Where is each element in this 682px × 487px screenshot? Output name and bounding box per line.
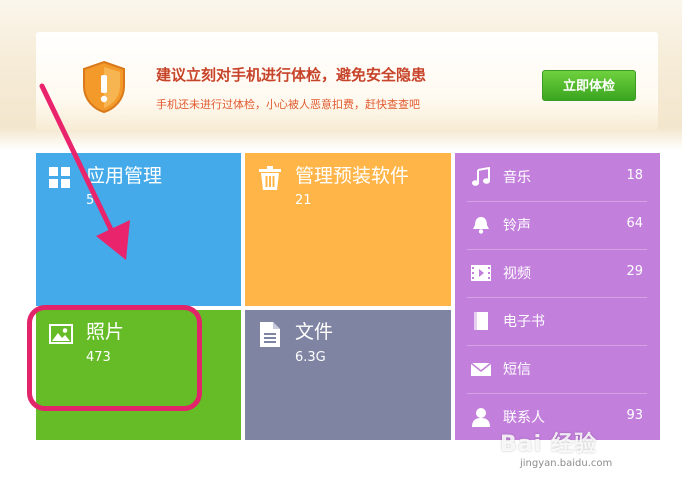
media-item-label: 音乐: [503, 170, 531, 186]
tile-title: 管理预装软件: [295, 165, 410, 187]
shield-warning-icon: [83, 60, 125, 114]
tile-files[interactable]: 文件 6.3G: [245, 310, 451, 440]
video-icon: [471, 265, 491, 281]
media-item-label: 电子书: [503, 314, 545, 330]
message-icon: [471, 362, 491, 376]
tile-title: 文件: [295, 321, 334, 343]
tile-count: 21: [295, 193, 312, 208]
media-item-video[interactable]: 视频 29: [467, 249, 647, 298]
media-item-count: 64: [626, 216, 643, 231]
trash-icon: [259, 166, 281, 190]
baidu-jingyan-watermark: Bai 经验 jingyan.baidu.com: [500, 412, 680, 482]
banner-subtitle: 手机还未进行过体检，小心被人恶意扣费，赶快查查吧: [156, 98, 420, 111]
tile-photos[interactable]: 照片 473: [36, 310, 241, 440]
media-item-music[interactable]: 音乐 18: [467, 153, 647, 202]
tile-count: 5: [86, 193, 95, 208]
media-item-sms[interactable]: 短信: [467, 345, 647, 394]
check-now-button[interactable]: 立即体检: [542, 70, 636, 101]
media-item-ringtone[interactable]: 铃声 64: [467, 201, 647, 250]
tile-count: 6.3G: [295, 350, 326, 365]
banner-title: 建议立刻对手机进行体检，避免安全隐患: [156, 66, 427, 84]
tile-media-list: 音乐 18 铃声 64 视频 29 电子书 短信 联系人 93: [455, 153, 660, 440]
media-item-label: 短信: [503, 362, 531, 378]
tile-title: 照片: [86, 321, 125, 343]
music-icon: [472, 167, 490, 186]
watermark-url: jingyan.baidu.com: [520, 458, 613, 469]
media-item-label: 铃声: [503, 218, 531, 234]
bell-icon: [473, 217, 489, 234]
apps-grid-icon: [49, 167, 70, 188]
photo-icon: [49, 324, 73, 344]
media-item-label: 视频: [503, 266, 531, 282]
media-item-ebook[interactable]: 电子书: [467, 297, 647, 346]
media-item-count: 29: [626, 264, 643, 279]
watermark-logo: Bai 经验: [500, 432, 597, 457]
tile-title: 应用管理: [86, 165, 163, 187]
contact-icon: [472, 408, 490, 427]
tile-preinstalled-software[interactable]: 管理预装软件 21: [245, 153, 451, 306]
file-icon: [260, 322, 280, 347]
tile-count: 473: [86, 350, 111, 365]
media-item-count: 18: [626, 168, 643, 183]
tile-app-management[interactable]: 应用管理 5: [36, 153, 241, 306]
ebook-icon: [474, 312, 488, 330]
